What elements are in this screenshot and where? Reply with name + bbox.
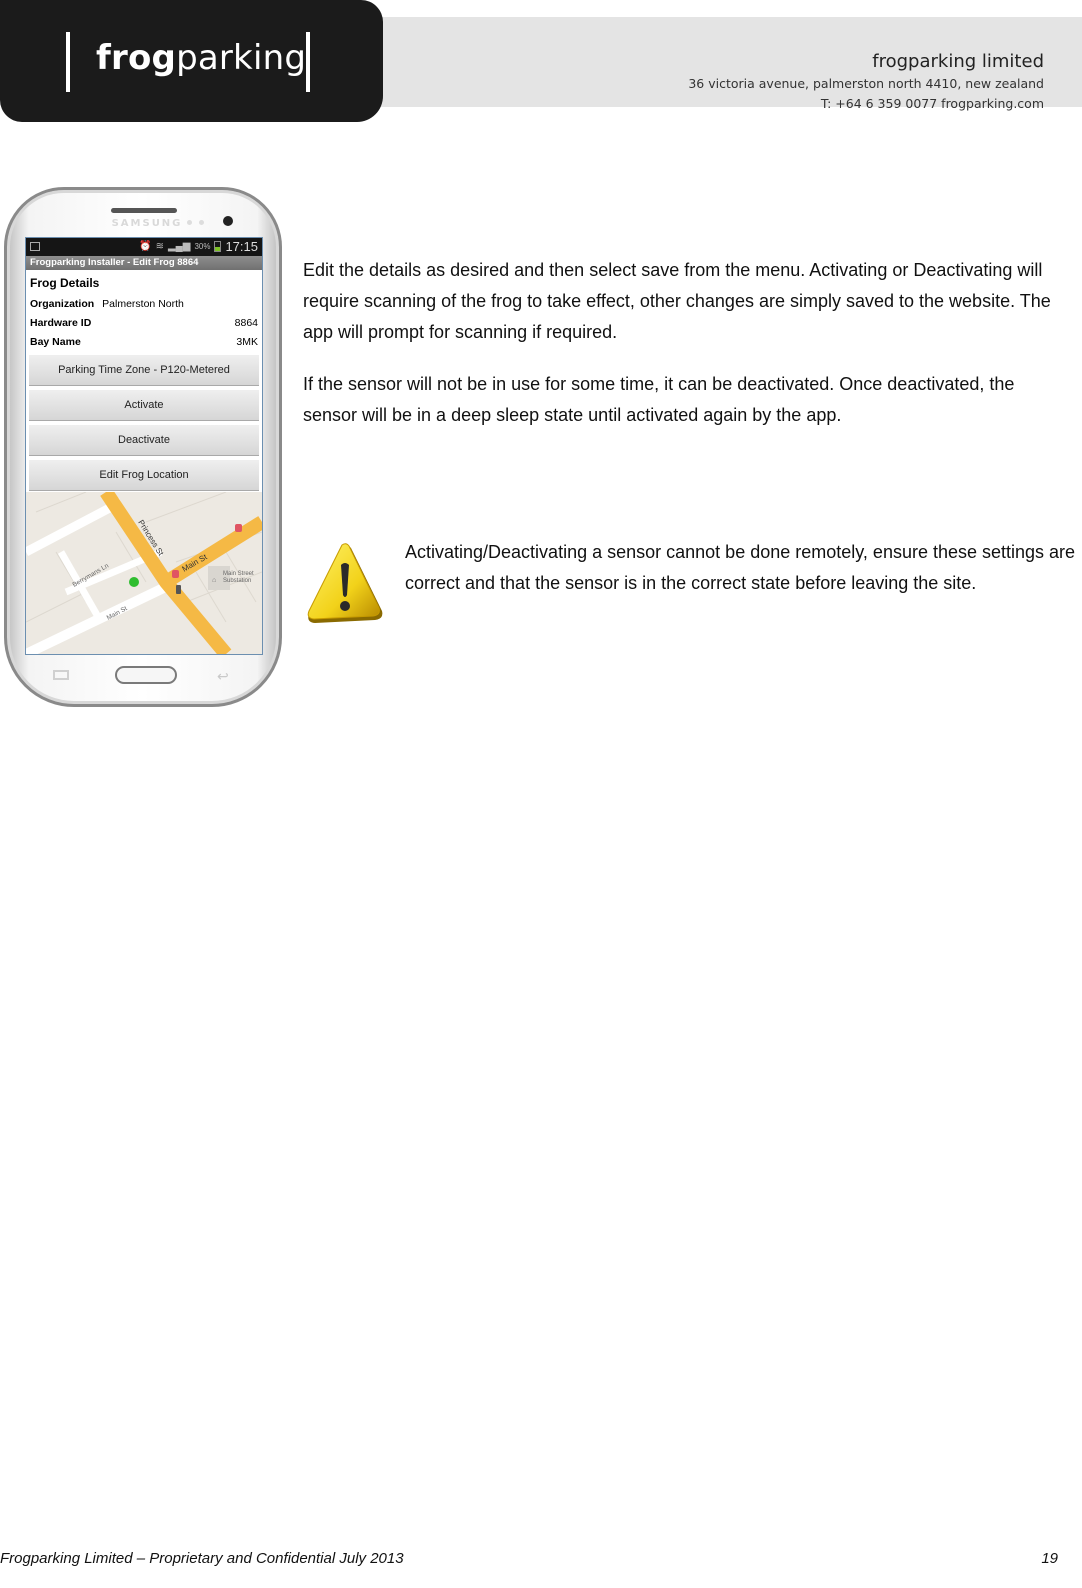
field-bay-name: Bay Name 3MK xyxy=(26,332,262,351)
field-label: Bay Name xyxy=(30,335,81,348)
phone-speaker xyxy=(111,208,177,213)
battery-icon xyxy=(214,241,222,252)
field-value: 8864 xyxy=(234,316,258,329)
phone-sensor xyxy=(199,220,204,225)
paragraph-deactivation: If the sensor will not be in use for som… xyxy=(303,374,1015,425)
battery-percent: 30% xyxy=(194,242,211,251)
phone-brand: SAMSUNG xyxy=(111,218,183,229)
edit-frog-location-button[interactable]: Edit Frog Location xyxy=(29,460,259,491)
logo-text-regular: parking xyxy=(176,38,307,78)
page-number: 19 xyxy=(1041,1550,1058,1567)
deactivate-button[interactable]: Deactivate xyxy=(29,425,259,456)
road-main-st-west xyxy=(26,577,179,654)
section-title: Frog Details xyxy=(30,276,100,290)
back-key-icon: ↩ xyxy=(217,668,229,684)
frogparking-logo: frogparking xyxy=(0,0,383,122)
map-label-main-street: Main Street xyxy=(223,571,254,577)
phone-sensor xyxy=(187,220,192,225)
logo-text-bold: frog xyxy=(96,38,177,78)
warning-icon xyxy=(307,543,383,623)
company-name: frogparking limited xyxy=(872,51,1044,72)
field-value: 3MK xyxy=(236,335,258,348)
map-view[interactable]: Princess St Main St Berrymans Ln Main St… xyxy=(26,492,262,654)
phone-screen: ⏰ ≋ ▂▄▆ 30% 17:15 Frogparking Installer … xyxy=(25,237,263,655)
phone-screenshot: SAMSUNG ⏰ ≋ ▂▄▆ 30% 17:15 Frogparking In… xyxy=(4,187,282,707)
alarm-icon: ⏰ xyxy=(139,241,152,252)
building-icon: ⌂ xyxy=(212,577,216,584)
company-contact: T: +64 6 359 0077 frogparking.com xyxy=(820,96,1044,111)
home-button-icon xyxy=(115,666,177,684)
field-label: Organization xyxy=(30,297,95,310)
field-organization: Organization Palmerston North xyxy=(26,294,262,313)
field-label: Hardware ID xyxy=(30,316,92,329)
map-label-substation: Substation xyxy=(223,578,251,584)
wifi-icon: ≋ xyxy=(155,241,164,252)
menu-key-icon xyxy=(53,670,69,680)
frog-location-marker[interactable] xyxy=(129,577,139,587)
company-info: frogparking limited 36 victoria avenue, … xyxy=(688,50,1044,114)
traffic-light-icon xyxy=(176,585,181,594)
paragraph-edit-details: Edit the details as desired and then sel… xyxy=(303,260,1051,342)
route-badge xyxy=(172,570,179,578)
signal-icon: ▂▄▆ xyxy=(167,241,191,252)
app-title: Frogparking Installer - Edit Frog 8864 xyxy=(26,256,262,270)
logo-divider-right xyxy=(306,32,310,92)
status-bar: ⏰ ≋ ▂▄▆ 30% 17:15 xyxy=(26,238,262,256)
image-icon xyxy=(30,242,40,251)
logo-text: frogparking xyxy=(96,38,306,78)
road-upper xyxy=(26,498,124,556)
phone-camera xyxy=(223,216,233,226)
field-value: Palmerston North xyxy=(102,297,184,310)
company-address: 36 victoria avenue, palmerston north 441… xyxy=(688,76,1044,91)
status-time: 17:15 xyxy=(225,239,258,254)
field-hardware-id: Hardware ID 8864 xyxy=(26,313,262,332)
logo-divider-left xyxy=(66,32,70,92)
map-graphic: Princess St Main St Berrymans Ln Main St… xyxy=(26,492,262,654)
activate-button[interactable]: Activate xyxy=(29,390,259,421)
route-badge xyxy=(235,524,242,532)
footer-text: Frogparking Limited – Proprietary and Co… xyxy=(0,1550,404,1567)
warning-text: Activating/Deactivating a sensor cannot … xyxy=(405,542,1076,593)
parking-time-zone-button[interactable]: Parking Time Zone - P120-Metered xyxy=(29,355,259,386)
header-band: frogparking limited 36 victoria avenue, … xyxy=(360,17,1082,111)
